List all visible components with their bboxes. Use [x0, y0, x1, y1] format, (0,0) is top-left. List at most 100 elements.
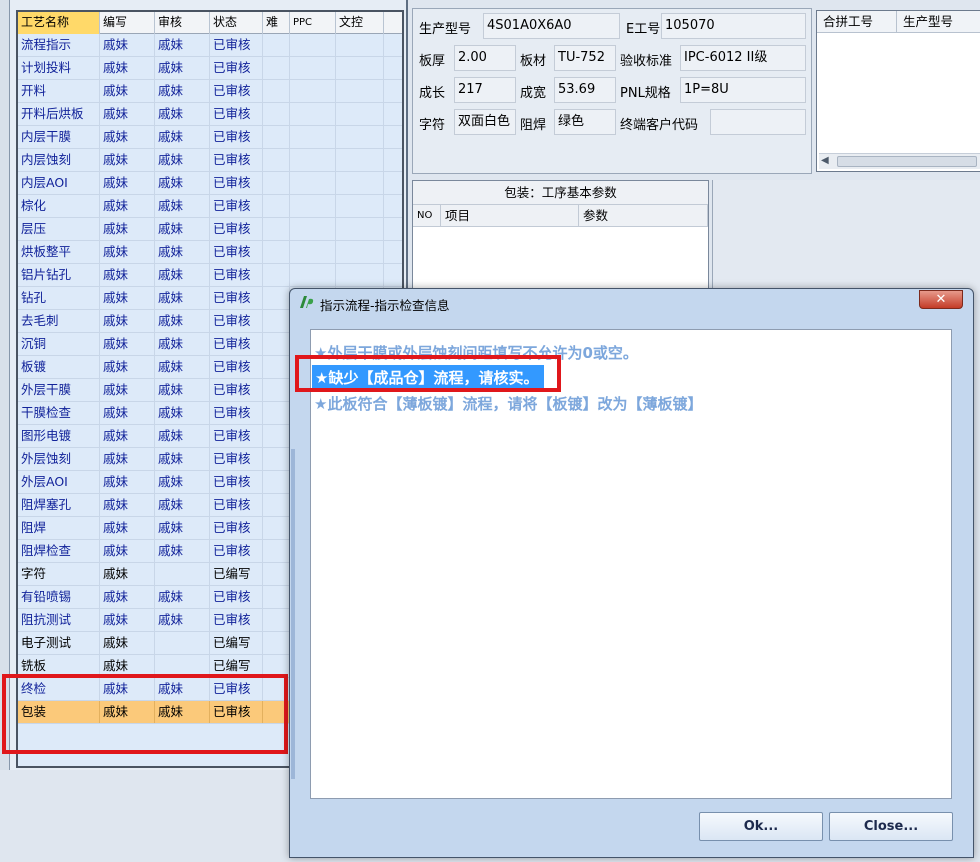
table-cell[interactable] [155, 655, 210, 677]
scroll-thumb[interactable] [837, 156, 977, 167]
table-cell[interactable]: 戚妹 [100, 379, 155, 401]
table-cell[interactable]: 戚妹 [100, 80, 155, 102]
table-row[interactable]: 铝片钻孔 戚妹 戚妹 已审核 [18, 264, 402, 287]
table-cell[interactable] [290, 264, 336, 286]
table-cell[interactable]: 图形电镀 [18, 425, 100, 447]
table-row[interactable]: 流程指示 戚妹 戚妹 已审核 [18, 34, 402, 57]
table-cell[interactable]: 计划投料 [18, 57, 100, 79]
table-cell[interactable]: 已审核 [210, 103, 263, 125]
table-cell[interactable]: 已审核 [210, 149, 263, 171]
table-cell[interactable] [263, 195, 290, 217]
table-cell[interactable] [336, 126, 384, 148]
table-cell[interactable]: 阻抗测试 [18, 609, 100, 631]
table-cell[interactable]: 已审核 [210, 241, 263, 263]
table-cell[interactable] [263, 494, 290, 516]
table-cell[interactable]: 阻焊 [18, 517, 100, 539]
table-cell[interactable]: 已审核 [210, 701, 263, 723]
table-cell[interactable]: 戚妹 [100, 34, 155, 56]
table-cell[interactable]: 戚妹 [155, 586, 210, 608]
close-icon[interactable]: ✕ [919, 290, 963, 309]
table-row[interactable]: 计划投料 戚妹 戚妹 已审核 [18, 57, 402, 80]
table-cell[interactable]: 戚妹 [100, 540, 155, 562]
column-header-doc-control[interactable]: 文控 [336, 12, 384, 34]
table-cell[interactable]: 戚妹 [100, 586, 155, 608]
table-cell[interactable]: 已审核 [210, 287, 263, 309]
table-cell[interactable]: 戚妹 [155, 540, 210, 562]
thickness-field[interactable]: 2.00 [454, 45, 516, 71]
table-cell[interactable]: 干膜检查 [18, 402, 100, 424]
column-header-author[interactable]: 编写 [100, 12, 155, 34]
table-cell[interactable]: 已编写 [210, 632, 263, 654]
table-cell[interactable]: 烘板整平 [18, 241, 100, 263]
table-cell[interactable]: 戚妹 [100, 402, 155, 424]
column-header-process-name[interactable]: 工艺名称 [18, 12, 100, 34]
table-cell[interactable] [263, 356, 290, 378]
table-cell[interactable] [263, 333, 290, 355]
table-cell[interactable] [290, 80, 336, 102]
customer-code-field[interactable] [710, 109, 806, 135]
ok-button[interactable]: Ok... [699, 812, 823, 841]
column-header-reviewer[interactable]: 审核 [155, 12, 210, 34]
table-cell[interactable] [263, 57, 290, 79]
table-cell[interactable] [336, 195, 384, 217]
table-cell[interactable]: 已审核 [210, 402, 263, 424]
table-cell[interactable] [336, 34, 384, 56]
table-cell[interactable]: 戚妹 [155, 448, 210, 470]
table-cell[interactable]: 戚妹 [100, 356, 155, 378]
table-cell[interactable] [263, 448, 290, 470]
table-cell[interactable]: 已审核 [210, 517, 263, 539]
pnl-field[interactable]: 1P=8U [680, 77, 806, 103]
column-header-item[interactable]: 项目 [441, 205, 579, 226]
table-cell[interactable] [263, 586, 290, 608]
standard-field[interactable]: IPC-6012 II级 [680, 45, 806, 71]
table-cell[interactable]: 层压 [18, 218, 100, 240]
table-row[interactable]: 内层蚀刻 戚妹 戚妹 已审核 [18, 149, 402, 172]
table-cell[interactable] [263, 609, 290, 631]
table-cell[interactable] [263, 149, 290, 171]
table-cell[interactable]: 外层蚀刻 [18, 448, 100, 470]
table-cell[interactable]: 已审核 [210, 218, 263, 240]
table-cell[interactable]: 戚妹 [155, 402, 210, 424]
table-cell[interactable]: 戚妹 [155, 333, 210, 355]
table-cell[interactable]: 戚妹 [100, 678, 155, 700]
table-cell[interactable]: 已审核 [210, 333, 263, 355]
table-cell[interactable] [290, 172, 336, 194]
table-cell[interactable]: 戚妹 [155, 609, 210, 631]
table-cell[interactable]: 内层AOI [18, 172, 100, 194]
table-cell[interactable]: 戚妹 [100, 563, 155, 585]
table-cell[interactable]: 戚妹 [100, 517, 155, 539]
table-cell[interactable]: 戚妹 [100, 103, 155, 125]
column-header-no[interactable]: NO [413, 205, 441, 226]
table-cell[interactable]: 戚妹 [100, 655, 155, 677]
table-cell[interactable] [263, 471, 290, 493]
solder-field[interactable]: 绿色 [554, 109, 616, 135]
table-row[interactable]: 层压 戚妹 戚妹 已审核 [18, 218, 402, 241]
table-cell[interactable]: 已审核 [210, 471, 263, 493]
table-cell[interactable]: 戚妹 [155, 356, 210, 378]
table-cell[interactable] [290, 149, 336, 171]
table-cell[interactable]: 字符 [18, 563, 100, 585]
table-cell[interactable]: 戚妹 [155, 264, 210, 286]
table-row[interactable]: 内层干膜 戚妹 戚妹 已审核 [18, 126, 402, 149]
table-cell[interactable] [336, 149, 384, 171]
table-cell[interactable]: 流程指示 [18, 34, 100, 56]
length-field[interactable]: 217 [454, 77, 516, 103]
column-header-status[interactable]: 状态 [210, 12, 263, 34]
table-cell[interactable]: 戚妹 [100, 149, 155, 171]
table-cell[interactable] [290, 34, 336, 56]
table-cell[interactable]: 戚妹 [100, 701, 155, 723]
table-cell[interactable] [263, 218, 290, 240]
table-cell[interactable]: 戚妹 [100, 218, 155, 240]
table-cell[interactable] [263, 34, 290, 56]
table-cell[interactable] [290, 126, 336, 148]
table-cell[interactable]: 戚妹 [100, 264, 155, 286]
legend-field[interactable]: 双面白色 [454, 109, 516, 135]
table-cell[interactable] [263, 563, 290, 585]
table-cell[interactable]: 戚妹 [155, 287, 210, 309]
table-cell[interactable]: 棕化 [18, 195, 100, 217]
table-cell[interactable]: 戚妹 [155, 80, 210, 102]
table-cell[interactable]: 戚妹 [100, 195, 155, 217]
table-cell[interactable]: 已审核 [210, 494, 263, 516]
table-cell[interactable]: 戚妹 [100, 287, 155, 309]
close-button[interactable]: Close... [829, 812, 953, 841]
